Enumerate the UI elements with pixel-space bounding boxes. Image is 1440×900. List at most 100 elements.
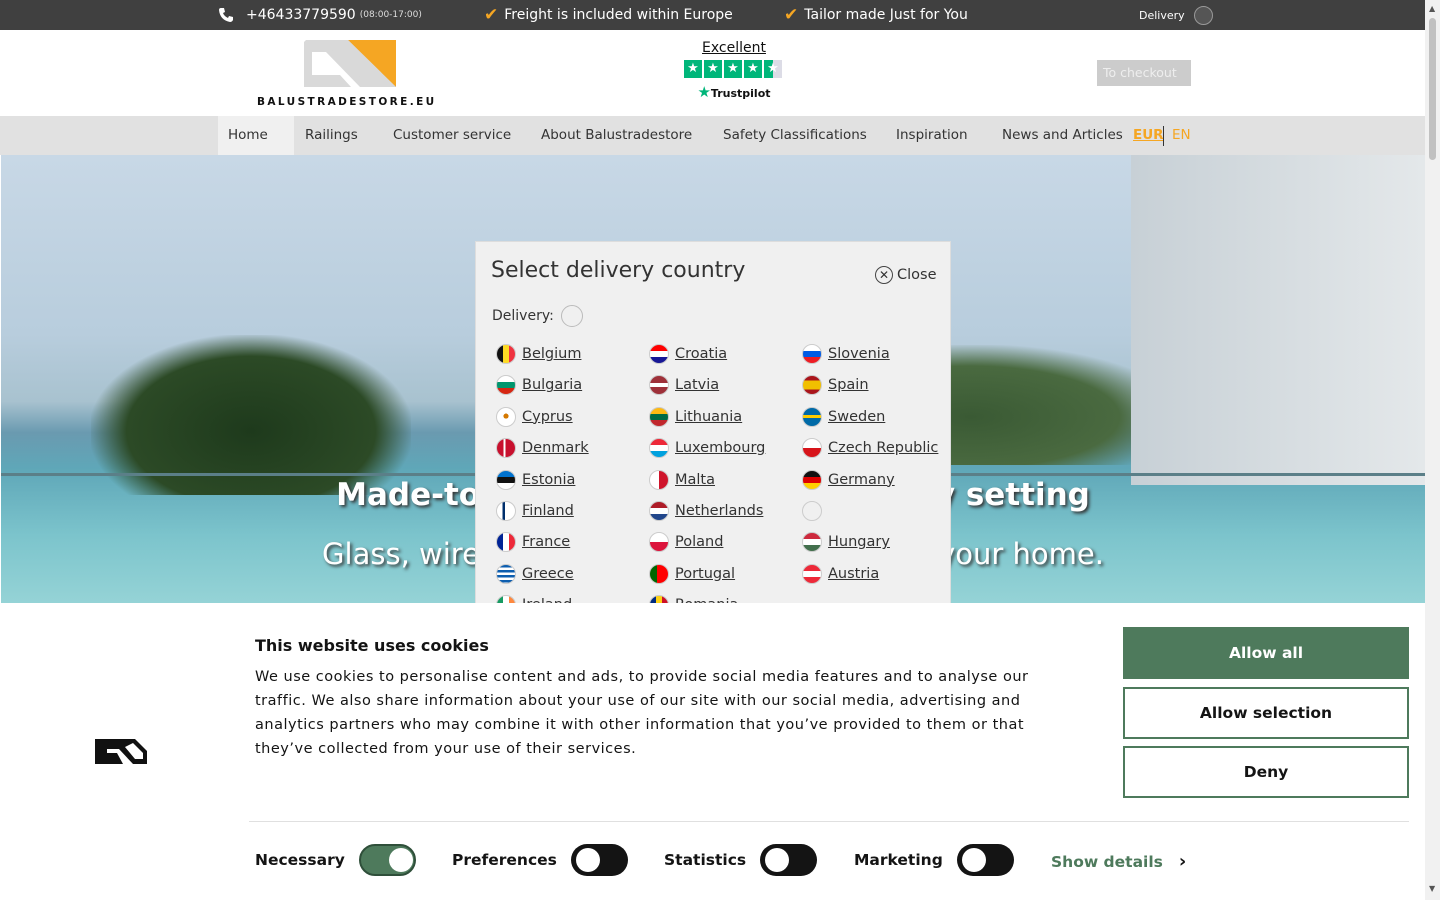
delivery-selector[interactable]: Delivery	[1139, 0, 1213, 30]
country-label[interactable]: Hungary	[828, 534, 890, 550]
site-logo[interactable]: BALUSTRADESTORE.EU	[256, 40, 451, 110]
flag-icon	[649, 532, 669, 553]
country-label[interactable]: Croatia	[675, 346, 727, 362]
country-estonia[interactable]: Estonia	[496, 469, 575, 490]
cookiebot-logo-icon	[95, 739, 147, 764]
country-malta[interactable]: Malta	[649, 469, 715, 490]
nav-home[interactable]: Home	[218, 116, 294, 155]
close-icon[interactable]: ✕	[875, 266, 893, 284]
country-label[interactable]: Bulgaria	[522, 377, 582, 393]
country-label[interactable]: Luxembourg	[675, 440, 765, 456]
country-label[interactable]: Cyprus	[522, 409, 573, 425]
toggle-marketing[interactable]: Marketing	[854, 844, 1014, 876]
country-label[interactable]: Spain	[828, 377, 869, 393]
country-label[interactable]: Germany	[828, 472, 895, 488]
country-hungary[interactable]: Hungary	[802, 532, 890, 553]
country-poland[interactable]: Poland	[649, 532, 723, 553]
country-belgium[interactable]: Belgium	[496, 344, 581, 364]
country-luxembourg[interactable]: Luxembourg	[649, 438, 765, 459]
country-label[interactable]: Greece	[522, 566, 574, 582]
modal-close-button[interactable]: ✕ Close	[875, 266, 937, 284]
country-latvia[interactable]: Latvia	[649, 375, 719, 396]
trustpilot-rating[interactable]: Excellent	[684, 40, 784, 56]
country-label[interactable]: Lithuania	[675, 409, 742, 425]
toggle-necessary[interactable]: Necessary	[255, 844, 416, 876]
cookie-title: This website uses cookies	[255, 636, 489, 655]
phone-contact[interactable]: +46433779590 (08:00-17:00)	[218, 0, 422, 30]
scroll-down-icon[interactable]: ▼	[1429, 884, 1435, 893]
allow-all-button[interactable]: Allow all	[1123, 627, 1409, 679]
country-label[interactable]: Latvia	[675, 377, 719, 393]
country-label[interactable]: Estonia	[522, 472, 575, 488]
country-sweden[interactable]: Sweden	[802, 406, 885, 427]
country-austria[interactable]: Austria	[802, 563, 879, 584]
country-label[interactable]: Austria	[828, 566, 879, 582]
country-germany[interactable]: Germany	[802, 469, 895, 490]
scroll-up-icon[interactable]: ▲	[1429, 4, 1435, 13]
show-details-link[interactable]: Show details ›	[1051, 851, 1186, 872]
nav-inspiration[interactable]: Inspiration	[896, 116, 968, 155]
currency-selector[interactable]: EUR	[1133, 116, 1164, 155]
country-croatia[interactable]: Croatia	[649, 344, 727, 364]
country-finland[interactable]: Finland	[496, 501, 574, 521]
language-selector[interactable]: EN	[1172, 116, 1191, 155]
country-cyprus[interactable]: Cyprus	[496, 406, 573, 427]
necessary-switch[interactable]	[358, 844, 416, 876]
close-label[interactable]: Close	[897, 267, 937, 283]
statistics-switch[interactable]	[760, 844, 818, 876]
phone-number[interactable]: +46433779590	[246, 7, 356, 23]
modal-title: Select delivery country	[491, 258, 746, 283]
nav-about[interactable]: About Balustradestore	[541, 116, 692, 155]
country-label[interactable]: Poland	[675, 534, 723, 550]
country-label[interactable]: Portugal	[675, 566, 735, 582]
delivery-country-modal: Select delivery country ✕ Close Delivery…	[475, 241, 951, 611]
page-scrollbar[interactable]: ▲ ▼	[1425, 0, 1440, 900]
country-portugal[interactable]: Portugal	[649, 563, 735, 584]
cookie-text: We use cookies to personalise content an…	[255, 669, 1029, 757]
country-label[interactable]: Czech Republic	[828, 440, 938, 456]
country-spain[interactable]: Spain	[802, 375, 869, 396]
switch-knob	[961, 848, 986, 872]
flag-icon	[496, 375, 516, 396]
nav-railings[interactable]: Railings	[305, 116, 358, 155]
country-label[interactable]: Sweden	[828, 409, 885, 425]
feature-tailor: ✔ Tailor made Just for You	[784, 0, 968, 30]
nav-news[interactable]: News and Articles	[1002, 116, 1123, 155]
country-bulgaria[interactable]: Bulgaria	[496, 375, 582, 396]
country-netherlands[interactable]: Netherlands	[649, 501, 763, 521]
delivery-flag-icon[interactable]	[1193, 5, 1213, 25]
flag-icon	[649, 344, 669, 364]
main-nav: Home Railings Customer service About Bal…	[0, 116, 1425, 155]
country-label[interactable]: Netherlands	[675, 503, 763, 519]
country-denmark[interactable]: Denmark	[496, 438, 589, 459]
country-label[interactable]: Denmark	[522, 440, 589, 456]
toggle-statistics[interactable]: Statistics	[664, 844, 818, 876]
phone-icon	[219, 8, 233, 22]
modal-delivery-text: Delivery:	[492, 308, 554, 324]
country-czech-republic[interactable]: Czech Republic	[802, 438, 938, 459]
preferences-switch[interactable]	[570, 844, 628, 876]
country-label[interactable]: Belgium	[522, 346, 581, 362]
flag-icon	[649, 563, 669, 584]
marketing-switch[interactable]	[956, 844, 1014, 876]
deny-button[interactable]: Deny	[1123, 746, 1409, 798]
country-slovenia[interactable]: Slovenia	[802, 344, 890, 364]
country-france[interactable]: France	[496, 532, 570, 553]
trustpilot-widget[interactable]: Excellent ★ ★ ★ ★ ★ ★Trustpilot	[684, 40, 784, 101]
show-details-label[interactable]: Show details	[1051, 853, 1163, 871]
flag-icon	[649, 375, 669, 396]
nav-safety[interactable]: Safety Classifications	[723, 116, 867, 155]
country-label[interactable]: Slovenia	[828, 346, 890, 362]
scrollbar-thumb[interactable]	[1429, 18, 1436, 160]
country-label[interactable]: Malta	[675, 472, 715, 488]
nav-customer-service[interactable]: Customer service	[393, 116, 511, 155]
country-label[interactable]: France	[522, 534, 570, 550]
checkout-button[interactable]: To checkout	[1097, 60, 1191, 86]
country-label[interactable]: Finland	[522, 503, 574, 519]
brand-name: BALUSTRADESTORE.EU	[257, 96, 437, 108]
country-greece[interactable]: Greece	[496, 563, 574, 584]
allow-selection-button[interactable]: Allow selection	[1123, 687, 1409, 739]
toggle-preferences[interactable]: Preferences	[452, 844, 628, 876]
country-lithuania[interactable]: Lithuania	[649, 406, 742, 427]
flag-icon	[802, 469, 822, 490]
